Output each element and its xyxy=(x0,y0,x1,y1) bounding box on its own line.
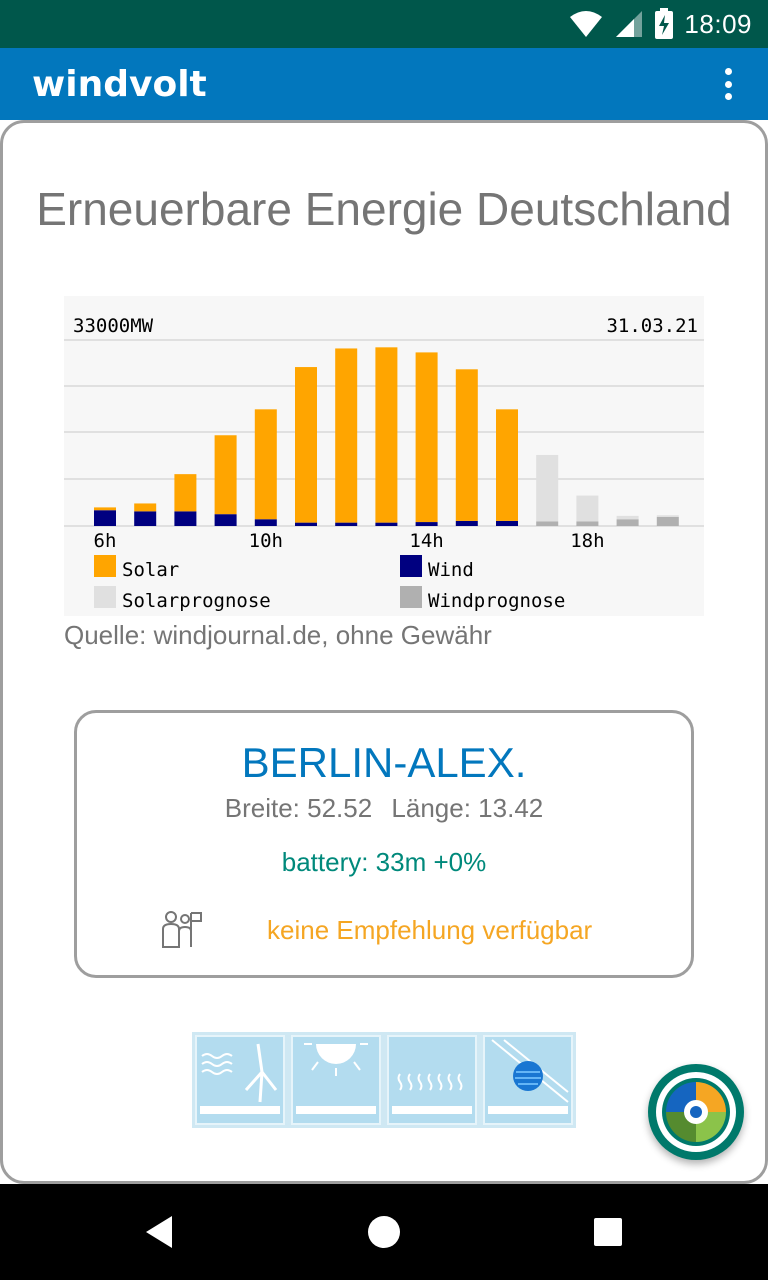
bar-wind-10h xyxy=(254,519,277,526)
wifi-icon xyxy=(570,11,603,37)
content-card xyxy=(0,120,768,1184)
bar-solar-10h xyxy=(254,409,277,520)
bar-solar-6h xyxy=(94,507,116,511)
bar-windprognose-19h xyxy=(616,519,639,526)
heat-icon xyxy=(387,1035,477,1125)
status-icons: 18:09 xyxy=(568,0,752,48)
bar-solar-13h xyxy=(375,347,398,523)
bar-solar-8h xyxy=(174,474,197,512)
bar-solar-15h xyxy=(455,369,478,521)
energy-chart-svg: 33000MW 31.03.21 6h 10h 14h 18h Solar Wind … xyxy=(64,315,704,612)
app-logo-icon xyxy=(656,1072,736,1152)
bar-solarprognose-19h xyxy=(616,515,639,520)
legend-solar: Solar xyxy=(122,559,179,581)
bar-solarprognose-17h xyxy=(536,454,559,522)
bar-solar-11h xyxy=(295,367,317,523)
legend-solar-forecast: Solarprognose xyxy=(122,590,271,612)
recents-icon[interactable] xyxy=(584,1208,632,1256)
bar-windprognose-20h xyxy=(656,516,679,526)
legend-swatch-solar-forecast xyxy=(94,586,116,608)
chart-ymax-label: 33000MW xyxy=(73,315,154,337)
x-tick-label: 6h xyxy=(94,530,117,552)
chart-date-label: 31.03.21 xyxy=(606,315,698,337)
status-time: 18:09 xyxy=(684,8,752,39)
bar-solar-9h xyxy=(214,435,237,515)
legend-swatch-wind-forecast xyxy=(400,586,422,608)
sun-icon xyxy=(291,1035,381,1125)
x-tick-label: 10h xyxy=(249,530,283,552)
bar-wind-16h xyxy=(496,520,518,526)
station-coordinates: Breite: 52.52 Länge: 13.42 xyxy=(77,793,691,824)
source-text: Quelle: windjournal.de, ohne Gewähr xyxy=(64,620,492,650)
bar-wind-14h xyxy=(415,522,438,526)
signal-icon xyxy=(616,11,643,37)
bar-wind-13h xyxy=(375,522,398,526)
legend-swatch-solar xyxy=(94,555,116,577)
station-latitude: Breite: 52.52 xyxy=(224,793,373,823)
recommendation-text: keine Empfehlung verfügbar xyxy=(267,915,593,945)
bar-windprognose-17h xyxy=(536,521,559,526)
bar-solar-16h xyxy=(496,409,518,521)
station-name: BERLIN-ALEX. xyxy=(241,739,527,786)
bar-solar-12h xyxy=(335,348,358,523)
bar-wind-11h xyxy=(295,522,317,526)
battery-charging-icon xyxy=(655,8,674,39)
wind-turbine-icon xyxy=(195,1035,285,1125)
bar-wind-15h xyxy=(455,520,478,526)
station-longitude: Länge: 13.42 xyxy=(391,793,544,823)
energy-chart: 33000MW 31.03.21 6h 10h 14h 18h Solar Wind … xyxy=(64,296,704,616)
x-tick-label: 18h xyxy=(570,530,604,552)
navigation-bar xyxy=(0,1184,768,1280)
weather-strip[interactable] xyxy=(192,1032,576,1128)
back-icon[interactable] xyxy=(136,1208,184,1256)
bar-solarprognose-18h xyxy=(576,495,599,522)
app-title: windvolt xyxy=(32,64,207,105)
bar-wind-7h xyxy=(134,511,157,526)
bar-solar-7h xyxy=(134,503,157,512)
page-title: Erneuerbare Energie Deutschland xyxy=(36,183,732,235)
overflow-menu-icon[interactable] xyxy=(716,64,740,104)
bar-solar-14h xyxy=(415,352,438,523)
bar-solarprognose-20h xyxy=(656,515,679,517)
bar-wind-9h xyxy=(214,514,237,526)
station-card[interactable]: BERLIN-ALEX. Breite: 52.52 Länge: 13.42 … xyxy=(74,710,694,978)
legend-wind: Wind xyxy=(428,559,474,581)
solar-panel-icon xyxy=(483,1035,573,1125)
app-bar: windvolt xyxy=(0,48,768,120)
status-bar: 18:09 xyxy=(0,0,768,48)
legend-wind-forecast: Windprognose xyxy=(428,590,565,612)
battery-status: battery: 33m +0% xyxy=(281,847,487,877)
people-flag-icon xyxy=(162,911,202,948)
bar-wind-8h xyxy=(174,511,197,526)
bar-wind-6h xyxy=(94,510,116,526)
home-icon[interactable] xyxy=(360,1208,408,1256)
app-logo-button[interactable] xyxy=(648,1064,744,1160)
legend-swatch-wind xyxy=(400,555,422,577)
bar-windprognose-18h xyxy=(576,521,599,526)
x-tick-label: 14h xyxy=(409,530,443,552)
bar-wind-12h xyxy=(335,522,358,526)
